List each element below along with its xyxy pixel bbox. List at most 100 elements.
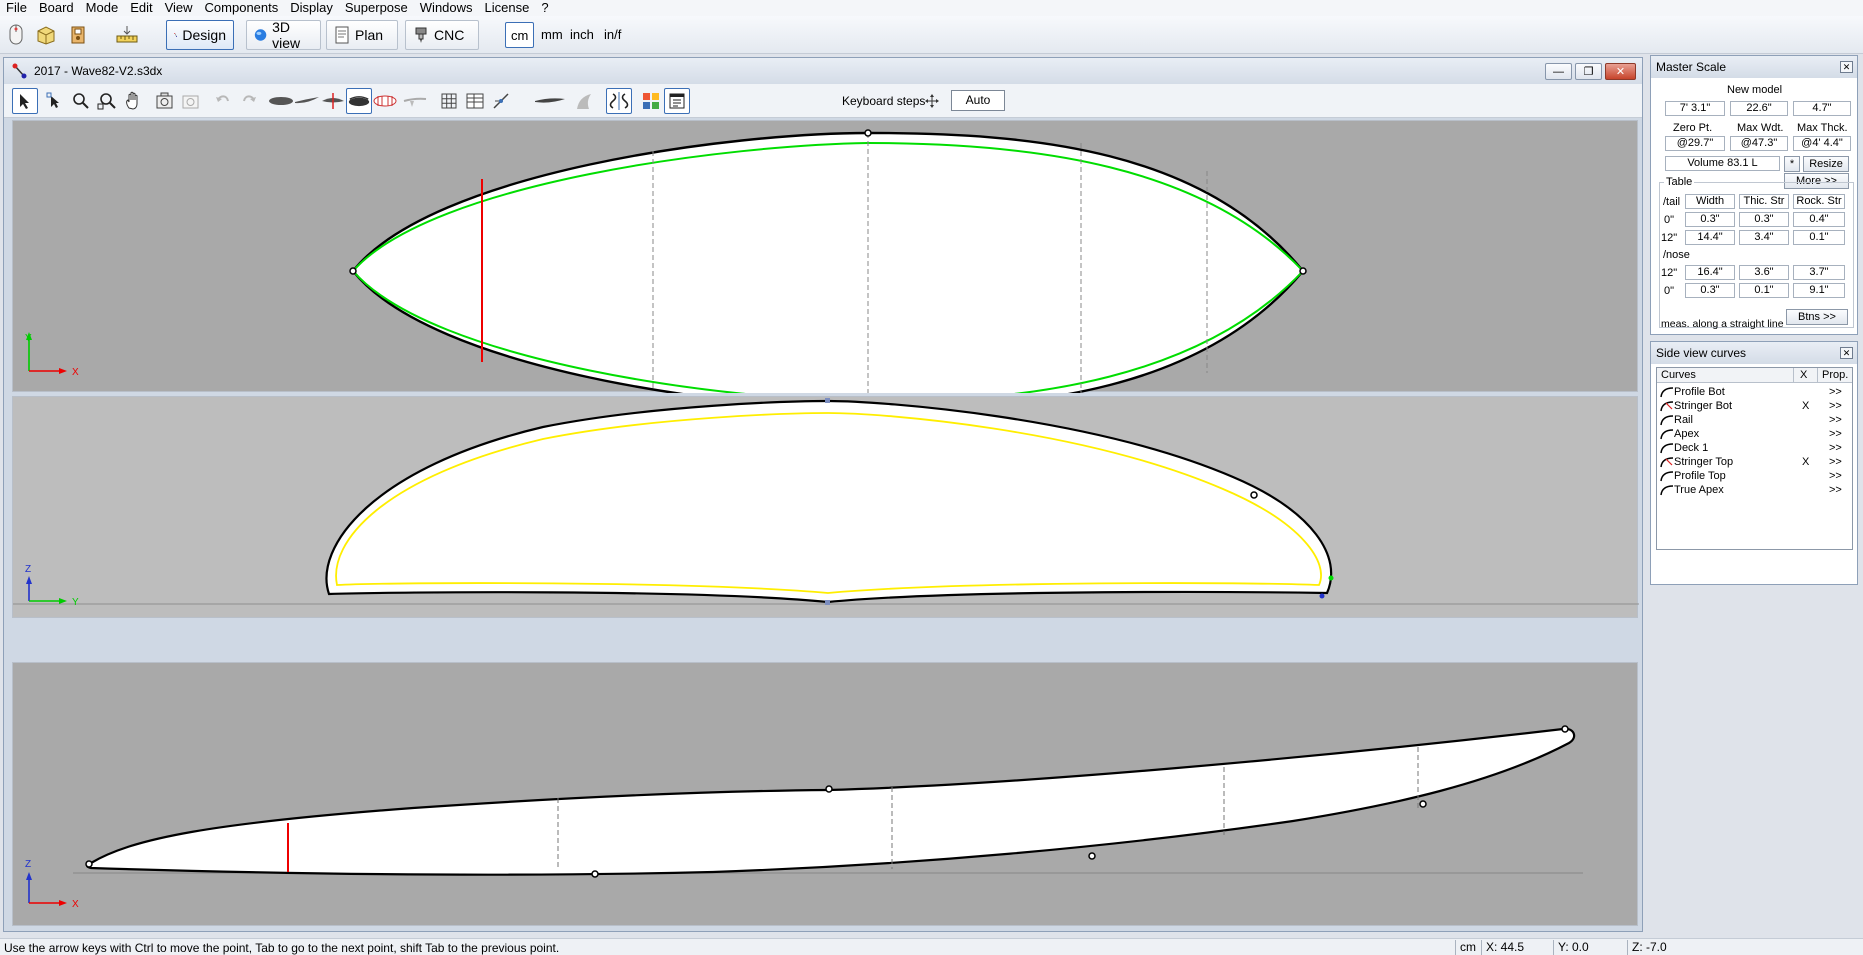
nose-row-width[interactable]: 16.4": [1685, 265, 1735, 280]
side-view-curves-panel: Side view curves ✕ Curves X Prop. Profil…: [1650, 341, 1858, 585]
menu-license[interactable]: License: [479, 0, 536, 16]
colors-icon[interactable]: [638, 88, 664, 114]
3d-view-mode-button[interactable]: 3D view: [246, 19, 321, 51]
background-image-icon[interactable]: [178, 88, 204, 114]
curve-properties-button[interactable]: >>: [1829, 399, 1842, 413]
menu-view[interactable]: View: [159, 0, 199, 16]
zoom-window-tool-icon[interactable]: [94, 88, 120, 114]
pan-hand-icon[interactable]: [120, 88, 146, 114]
volume-star-button[interactable]: *: [1784, 156, 1800, 172]
curve-properties-button[interactable]: >>: [1829, 385, 1842, 399]
camera-tool-icon[interactable]: [152, 88, 178, 114]
menu-file[interactable]: File: [0, 0, 33, 16]
symmetry-icon[interactable]: [606, 88, 632, 114]
unit-inf-button[interactable]: in/f: [599, 22, 626, 48]
btns-button[interactable]: Btns >>: [1786, 309, 1848, 325]
move-cross-icon[interactable]: [923, 88, 941, 114]
curve-properties-button[interactable]: >>: [1829, 469, 1842, 483]
tangent-icon[interactable]: [488, 88, 514, 114]
outline-view-icon[interactable]: [268, 88, 294, 114]
nose-row-width[interactable]: 0.3": [1685, 283, 1735, 298]
menu-superpose[interactable]: Superpose: [339, 0, 414, 16]
menu-components[interactable]: Components: [199, 0, 285, 16]
curve-row-profile-bot[interactable]: Profile Bot >>: [1657, 385, 1852, 399]
profile-view-icon[interactable]: [294, 88, 320, 114]
curve-row-stringer-bot[interactable]: Stringer Bot X >>: [1657, 399, 1852, 413]
properties-panel-icon[interactable]: [664, 88, 690, 114]
thickness-field[interactable]: 4.7": [1793, 101, 1851, 116]
all-views-icon[interactable]: [346, 88, 372, 114]
cross-section-view[interactable]: Z Y: [12, 396, 1639, 619]
curve-row-rail[interactable]: Rail >>: [1657, 413, 1852, 427]
point-select-tool-icon[interactable]: [42, 88, 68, 114]
curve-properties-button[interactable]: >>: [1829, 455, 1842, 469]
curve-properties-button[interactable]: >>: [1829, 427, 1842, 441]
select-tool-icon[interactable]: [12, 88, 38, 114]
curve-properties-button[interactable]: >>: [1829, 483, 1842, 497]
curve-row-deck-1[interactable]: Deck 1 >>: [1657, 441, 1852, 455]
tail-row-width[interactable]: 14.4": [1685, 230, 1735, 245]
cross-section-icon[interactable]: [320, 88, 346, 114]
curve-row-profile-top[interactable]: Profile Top >>: [1657, 469, 1852, 483]
curve-properties-button[interactable]: >>: [1829, 441, 1842, 455]
close-button[interactable]: ✕: [1605, 63, 1636, 80]
curve-row-true-apex[interactable]: True Apex >>: [1657, 483, 1852, 497]
curve-row-stringer-top[interactable]: Stringer Top X >>: [1657, 455, 1852, 469]
cnc-mode-button[interactable]: CNC: [405, 20, 479, 50]
tail-row-rocker[interactable]: 0.1": [1793, 230, 1845, 245]
mouse-icon[interactable]: [4, 23, 28, 47]
design-mode-button[interactable]: Design: [166, 20, 234, 50]
nose-row-thickness[interactable]: 0.1": [1739, 283, 1789, 298]
resize-button[interactable]: Resize: [1803, 156, 1849, 172]
redo-icon[interactable]: [236, 88, 262, 114]
board-shape-icon[interactable]: [532, 88, 568, 114]
cross-section-drawing[interactable]: Z Y: [13, 397, 1639, 619]
profile-drawing[interactable]: Z X: [13, 663, 1639, 927]
menu-windows[interactable]: Windows: [414, 0, 479, 16]
measure-icon[interactable]: [112, 23, 142, 47]
col-header-rocker: Rock. Str: [1793, 194, 1845, 209]
open-board-icon[interactable]: [34, 23, 58, 47]
minimize-button[interactable]: —: [1545, 63, 1572, 80]
menu-display[interactable]: Display: [284, 0, 339, 16]
menu-edit[interactable]: Edit: [124, 0, 158, 16]
side-view-curves-close-icon[interactable]: ✕: [1840, 347, 1853, 359]
keyboard-steps-auto-button[interactable]: Auto: [951, 90, 1005, 111]
profile-view[interactable]: Z X: [12, 662, 1638, 926]
outline-view[interactable]: Y X: [12, 120, 1639, 393]
fins-view-icon[interactable]: [402, 88, 428, 114]
grid-icon[interactable]: [436, 88, 462, 114]
max-thickness-field[interactable]: @4' 4.4": [1793, 136, 1851, 151]
unit-cm-button[interactable]: cm: [505, 22, 535, 48]
zero-pt-field[interactable]: @29.7": [1665, 136, 1725, 151]
control-point: [825, 600, 830, 605]
unit-mm-button[interactable]: mm: [536, 22, 568, 48]
tail-row-thickness[interactable]: 3.4": [1739, 230, 1789, 245]
tail-row-rocker[interactable]: 0.4": [1793, 212, 1845, 227]
tail-row-thickness[interactable]: 0.3": [1739, 212, 1789, 227]
table-view-icon[interactable]: [462, 88, 488, 114]
slices-view-icon[interactable]: [372, 88, 398, 114]
menu-board[interactable]: Board: [33, 0, 80, 16]
curve-row-apex[interactable]: Apex >>: [1657, 427, 1852, 441]
unit-inch-button[interactable]: inch: [565, 22, 599, 48]
max-width-field[interactable]: @47.3": [1730, 136, 1788, 151]
save-board-icon[interactable]: [66, 23, 90, 47]
undo-icon[interactable]: [210, 88, 236, 114]
curve-properties-button[interactable]: >>: [1829, 413, 1842, 427]
design-icon: [174, 33, 178, 37]
nose-row-rocker[interactable]: 3.7": [1793, 265, 1845, 280]
fin-shape-icon[interactable]: [572, 88, 598, 114]
master-scale-close-icon[interactable]: ✕: [1840, 61, 1853, 73]
nose-row-thickness[interactable]: 3.6": [1739, 265, 1789, 280]
restore-button[interactable]: ❐: [1575, 63, 1602, 80]
zoom-tool-icon[interactable]: [68, 88, 94, 114]
menu-mode[interactable]: Mode: [80, 0, 125, 16]
outline-drawing[interactable]: Y X: [13, 121, 1639, 393]
menu-help[interactable]: ?: [535, 0, 554, 16]
width-field[interactable]: 22.6": [1730, 101, 1788, 116]
tail-row-width[interactable]: 0.3": [1685, 212, 1735, 227]
length-field[interactable]: 7' 3.1": [1665, 101, 1725, 116]
plan-mode-button[interactable]: Plan: [326, 20, 398, 50]
nose-row-rocker[interactable]: 9.1": [1793, 283, 1845, 298]
